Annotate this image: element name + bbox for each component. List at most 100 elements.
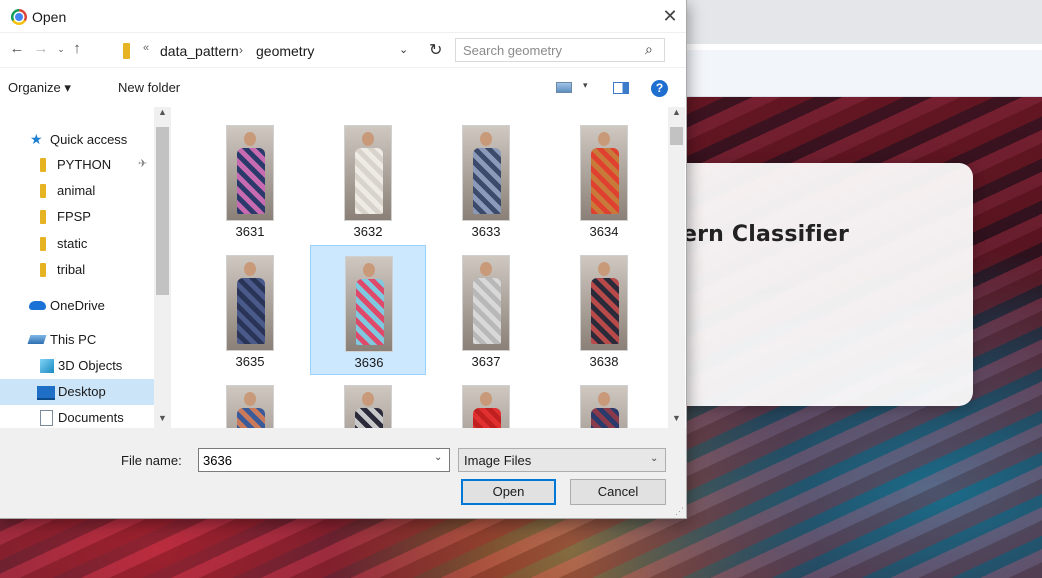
file-name: 3632 <box>353 224 383 239</box>
breadcrumb-overflow[interactable]: « <box>143 42 149 54</box>
file-tile[interactable] <box>192 375 308 428</box>
resize-grip-icon[interactable]: ⋰ <box>675 506 684 517</box>
sidebar-item-onedrive[interactable]: OneDrive <box>0 293 154 319</box>
file-name: 3636 <box>354 355 384 370</box>
image-thumbnail <box>580 385 628 428</box>
sidebar-item-desktop[interactable]: Desktop <box>0 379 154 405</box>
sidebar-item-documents[interactable]: Documents <box>0 405 154 428</box>
sidebar-item-label: This PC <box>50 332 97 347</box>
thumbnail-dress <box>473 148 501 214</box>
folder-icon <box>40 263 46 277</box>
new-folder-button[interactable]: New folder <box>118 80 180 95</box>
image-thumbnail <box>226 125 274 221</box>
breadcrumb-geometry[interactable]: geometry <box>256 43 314 59</box>
image-thumbnail <box>226 255 274 351</box>
image-thumbnail <box>580 255 628 351</box>
sidebar-item-label: Desktop <box>58 384 106 399</box>
breadcrumb-data-pattern[interactable]: data_pattern <box>160 43 239 59</box>
image-thumbnail <box>580 125 628 221</box>
search-input[interactable]: Search geometry ⌕ <box>455 38 665 62</box>
file-type-select[interactable]: Image Files ⌄ <box>458 448 666 472</box>
organize-button[interactable]: Organize ▾ <box>8 80 71 96</box>
sidebar-item-fpsp[interactable]: FPSP <box>0 204 154 230</box>
thumbnail-head <box>244 392 256 406</box>
file-name-history-icon[interactable]: ⌄ <box>434 452 442 463</box>
up-button[interactable]: ↑ <box>68 39 86 59</box>
sidebar-item-label: FPSP <box>57 209 91 224</box>
scroll-down-icon[interactable]: ▼ <box>158 413 167 423</box>
scrollbar-thumb[interactable] <box>670 127 683 145</box>
file-tile[interactable] <box>310 375 426 428</box>
folder-icon <box>40 210 46 224</box>
sidebar-item-label: OneDrive <box>50 298 105 313</box>
image-thumbnail <box>462 125 510 221</box>
scroll-up-icon[interactable]: ▲ <box>672 107 681 117</box>
sidebar-item-python[interactable]: PYTHON ✈ <box>0 152 154 178</box>
open-button[interactable]: Open <box>461 479 556 505</box>
file-name: 3637 <box>471 354 501 369</box>
open-file-dialog: Open ✕ ← → ⌄ ↑ « data_pattern › geometry… <box>0 0 687 519</box>
close-button[interactable]: ✕ <box>658 4 682 28</box>
file-list-scrollbar[interactable]: ▲ ▼ <box>668 107 685 428</box>
sidebar-item-label: 3D Objects <box>58 358 123 373</box>
file-tile[interactable]: 3638 <box>546 245 662 375</box>
thumbnail-dress <box>356 279 384 345</box>
sidebar-item-static[interactable]: static <box>0 231 154 257</box>
search-icon[interactable]: ⌕ <box>645 41 653 58</box>
forward-button[interactable]: → <box>32 39 50 59</box>
scroll-up-icon[interactable]: ▲ <box>158 107 167 117</box>
help-icon[interactable]: ? <box>651 80 668 97</box>
dialog-footer: File name: ⌄ Image Files ⌄ Open Cancel ⋰ <box>0 428 686 518</box>
scrollbar-thumb[interactable] <box>156 127 169 295</box>
thumbnail-head <box>598 392 610 406</box>
thumbnail-dress <box>591 148 619 214</box>
address-bar[interactable]: « data_pattern › geometry ⌄ ↻ <box>112 38 449 64</box>
file-tile[interactable] <box>428 375 544 428</box>
file-name: 3638 <box>589 354 619 369</box>
back-button[interactable]: ← <box>8 39 26 59</box>
file-tile[interactable] <box>546 375 662 428</box>
folder-icon <box>40 158 46 172</box>
change-view-icon[interactable] <box>556 82 572 93</box>
file-name: 3634 <box>589 224 619 239</box>
thumbnail-head <box>244 262 256 276</box>
file-tile[interactable]: 3635 <box>192 245 308 375</box>
file-tile[interactable]: 3636 <box>310 245 426 375</box>
navigation-scrollbar[interactable]: ▲ ▼ <box>154 107 171 428</box>
file-tile[interactable]: 3637 <box>428 245 544 375</box>
navigation-pane: ★ Quick access PYTHON ✈ animal FPSP stat… <box>0 107 172 428</box>
breadcrumb-separator[interactable]: › <box>239 43 243 57</box>
address-dropdown-icon[interactable]: ⌄ <box>399 43 408 56</box>
thumbnail-dress <box>355 408 383 428</box>
cloud-icon <box>29 301 46 310</box>
sidebar-item-tribal[interactable]: tribal <box>0 257 154 283</box>
scroll-down-icon[interactable]: ▼ <box>672 413 681 423</box>
thumbnail-head <box>598 262 610 276</box>
navigation-row: ← → ⌄ ↑ « data_pattern › geometry ⌄ ↻ Se… <box>0 33 686 67</box>
image-thumbnail <box>462 255 510 351</box>
file-tile[interactable]: 3634 <box>546 115 662 245</box>
file-tile[interactable]: 3633 <box>428 115 544 245</box>
file-tile[interactable]: 3631 <box>192 115 308 245</box>
thumbnail-dress <box>591 278 619 344</box>
sidebar-item-animal[interactable]: animal <box>0 178 154 204</box>
cancel-button[interactable]: Cancel <box>570 479 666 505</box>
sidebar-item-quick-access[interactable]: ★ Quick access <box>0 127 154 153</box>
file-name-input[interactable] <box>198 448 450 472</box>
sidebar-item-label: static <box>57 236 88 251</box>
folder-icon <box>123 43 130 59</box>
sidebar-item-this-pc[interactable]: This PC <box>0 327 154 353</box>
file-tile[interactable]: 3632 <box>310 115 426 245</box>
file-name-label: File name: <box>121 453 182 468</box>
file-type-value: Image Files <box>464 453 532 468</box>
thumbnail-head <box>363 263 375 277</box>
thumbnail-dress <box>237 148 265 214</box>
view-options-caret[interactable]: ▾ <box>583 80 588 91</box>
preview-pane-icon[interactable] <box>613 82 629 94</box>
folder-icon <box>40 184 46 198</box>
refresh-button[interactable]: ↻ <box>429 40 442 60</box>
sidebar-item-3d-objects[interactable]: 3D Objects <box>0 353 154 379</box>
file-list: 3631 3632 3633 3634 3635 3636 3637 3638 ▲ ▼ <box>172 107 686 428</box>
sidebar-item-label: tribal <box>57 262 86 277</box>
thumbnail-head <box>480 392 492 406</box>
